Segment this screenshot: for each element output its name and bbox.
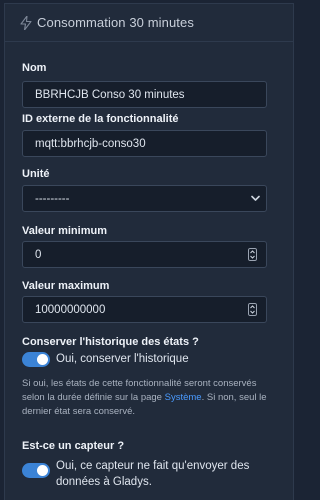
min-value-label: Valeur minimum xyxy=(22,225,107,237)
number-stepper-icon[interactable] xyxy=(248,248,257,261)
unit-select-value: --------- xyxy=(35,193,70,205)
sensor-toggle[interactable] xyxy=(22,463,50,478)
feature-card: Consommation 30 minutes Nom BBRHCJB Cons… xyxy=(4,3,294,500)
history-toggle[interactable] xyxy=(22,352,50,367)
min-value-text: 0 xyxy=(35,249,42,261)
number-stepper-icon[interactable] xyxy=(248,303,257,316)
flash-icon xyxy=(20,16,32,30)
name-input[interactable]: BBRHCJB Conso 30 minutes xyxy=(22,81,267,108)
sensor-label: Est-ce un capteur ? xyxy=(22,440,125,452)
min-value-input[interactable]: 0 xyxy=(22,241,267,268)
name-label: Nom xyxy=(22,62,47,74)
card-header: Consommation 30 minutes xyxy=(5,4,293,42)
card-title: Consommation 30 minutes xyxy=(37,15,194,30)
external-id-value: mqtt:bbrhcjb-conso30 xyxy=(35,138,146,150)
sensor-toggle-label: Oui, ce capteur ne fait qu'envoyer des d… xyxy=(56,460,250,488)
external-id-label: ID externe de la fonctionnalité xyxy=(22,113,179,125)
max-value-text: 10000000000 xyxy=(35,304,106,316)
history-help-text: Si oui, les états de cette fonctionnalit… xyxy=(22,377,280,419)
toggle-knob xyxy=(37,354,48,365)
history-toggle-label: Oui, conserver l'historique xyxy=(56,353,189,365)
unit-select[interactable]: --------- xyxy=(22,185,267,212)
external-id-input[interactable]: mqtt:bbrhcjb-conso30 xyxy=(22,130,267,157)
max-value-label: Valeur maximum xyxy=(22,280,110,292)
history-label: Conserver l'historique des états ? xyxy=(22,336,199,348)
chevron-down-icon xyxy=(251,195,260,201)
max-value-input[interactable]: 10000000000 xyxy=(22,296,267,323)
unit-label: Unité xyxy=(22,168,50,180)
system-page-link[interactable]: Système xyxy=(165,392,202,403)
toggle-knob xyxy=(37,465,48,476)
name-input-value: BBRHCJB Conso 30 minutes xyxy=(35,89,185,101)
